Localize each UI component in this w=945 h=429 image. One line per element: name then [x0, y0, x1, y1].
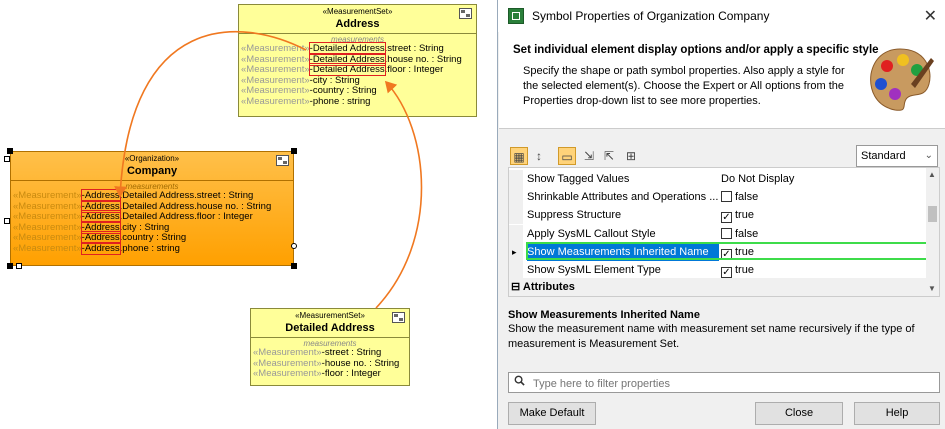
property-value-text: false [735, 227, 759, 240]
arrow-detailed-to-address [375, 80, 423, 309]
properties-scrollbar[interactable]: ▲ ▼ [926, 168, 939, 296]
checkbox[interactable]: ✓ [721, 212, 732, 224]
property-description-text: Show the measurement name with measureme… [508, 323, 915, 350]
property-row[interactable]: Show Measurements Inherited Name✓true [509, 242, 927, 261]
diagram-canvas[interactable]: «MeasurementSet» Address measurements «M… [0, 0, 490, 429]
filter-field[interactable] [508, 372, 940, 393]
chevron-down-icon: ⌄ [924, 150, 933, 161]
property-value-text: true [735, 245, 754, 258]
expand-all-icon[interactable]: ⇲ [580, 147, 598, 165]
row-gutter [509, 224, 523, 243]
close-button[interactable]: Close [755, 402, 843, 425]
arrow-address-to-company [114, 30, 307, 198]
row-gutter [509, 206, 523, 225]
property-name: Show Measurements Inherited Name [527, 242, 719, 261]
inheritance-arrows [114, 30, 423, 309]
properties-mode-select[interactable]: Standard ⌄ [856, 145, 938, 167]
scroll-down-icon[interactable]: ▼ [928, 284, 936, 293]
scroll-thumb[interactable] [928, 206, 937, 222]
properties-mode-value: Standard [861, 150, 906, 162]
property-value-text: true [735, 209, 754, 222]
property-row[interactable]: Suppress Structure ✓ true [509, 206, 927, 225]
dialog-titlebar[interactable]: Symbol Properties of Organization Compan… [498, 0, 945, 32]
property-name: Shrinkable Attributes and Operations ... [527, 191, 719, 204]
scroll-up-icon[interactable]: ▲ [928, 170, 936, 179]
symbol-properties-dialog: Symbol Properties of Organization Compan… [497, 0, 945, 429]
help-button[interactable]: Help [854, 402, 940, 425]
property-description: Show Measurements Inherited Name Show th… [508, 307, 940, 363]
row-gutter [509, 188, 523, 207]
property-value-text: Do Not Display [721, 173, 795, 185]
category-label: ⊟ Attributes [511, 281, 575, 293]
property-description-title: Show Measurements Inherited Name [508, 309, 700, 321]
property-row[interactable]: Shrinkable Attributes and Operations ...… [509, 188, 927, 207]
properties-toolbar: ▦ ↕ ▭ ⇲ ⇱ ⊞ Standard ⌄ [508, 143, 940, 169]
property-value[interactable]: false [721, 188, 758, 206]
dialog-banner: Set individual element display options a… [499, 32, 945, 129]
property-value[interactable]: ✓ true [721, 243, 754, 261]
row-gutter [509, 261, 523, 279]
property-name: Suppress Structure [527, 209, 622, 222]
description-toggle-icon[interactable]: ▭ [558, 147, 576, 165]
categorized-view-icon[interactable]: ▦ [510, 147, 528, 165]
banner-heading: Set individual element display options a… [513, 44, 879, 56]
property-name: Show SysML Element Type [527, 264, 661, 276]
checkbox[interactable]: ✓ [721, 267, 732, 278]
property-row[interactable]: Show SysML Element Type ✓ true [509, 261, 927, 279]
row-gutter [509, 242, 523, 261]
property-value-text: true [735, 264, 754, 276]
checkbox[interactable] [721, 227, 732, 239]
checkbox[interactable] [721, 191, 732, 203]
make-default-button[interactable]: Make Default [508, 402, 596, 425]
sort-alphabetical-icon[interactable]: ↕ [530, 147, 548, 165]
properties-grid[interactable]: Show Tagged Values Do Not Display Shrinkab… [508, 167, 940, 297]
checkbox[interactable]: ✓ [721, 248, 732, 260]
collapse-all-icon[interactable]: ⇱ [600, 147, 618, 165]
category-attributes[interactable]: ⊟ Attributes [509, 278, 927, 296]
row-gutter [509, 170, 523, 188]
banner-description: Specify the shape or path symbol propert… [523, 65, 845, 107]
property-value[interactable]: false [721, 225, 758, 243]
property-value[interactable]: ✓ true [721, 206, 754, 224]
property-row[interactable]: Apply SysML Callout Style false [509, 224, 927, 243]
search-icon [514, 375, 525, 386]
filter-input[interactable] [531, 374, 935, 393]
property-value[interactable]: ✓ true [721, 261, 754, 279]
property-name: Show Tagged Values [527, 173, 630, 185]
property-value-text: false [735, 191, 759, 204]
property-row[interactable]: Show Tagged Values Do Not Display [509, 170, 927, 188]
app-icon [508, 8, 524, 24]
close-icon[interactable]: ✕ [924, 6, 937, 26]
palette-icon [870, 48, 934, 111]
dialog-title: Symbol Properties of Organization Compan… [532, 9, 770, 23]
property-name: Apply SysML Callout Style [527, 227, 656, 240]
apply-style-icon[interactable]: ⊞ [622, 147, 640, 165]
property-value[interactable]: Do Not Display [721, 170, 794, 188]
